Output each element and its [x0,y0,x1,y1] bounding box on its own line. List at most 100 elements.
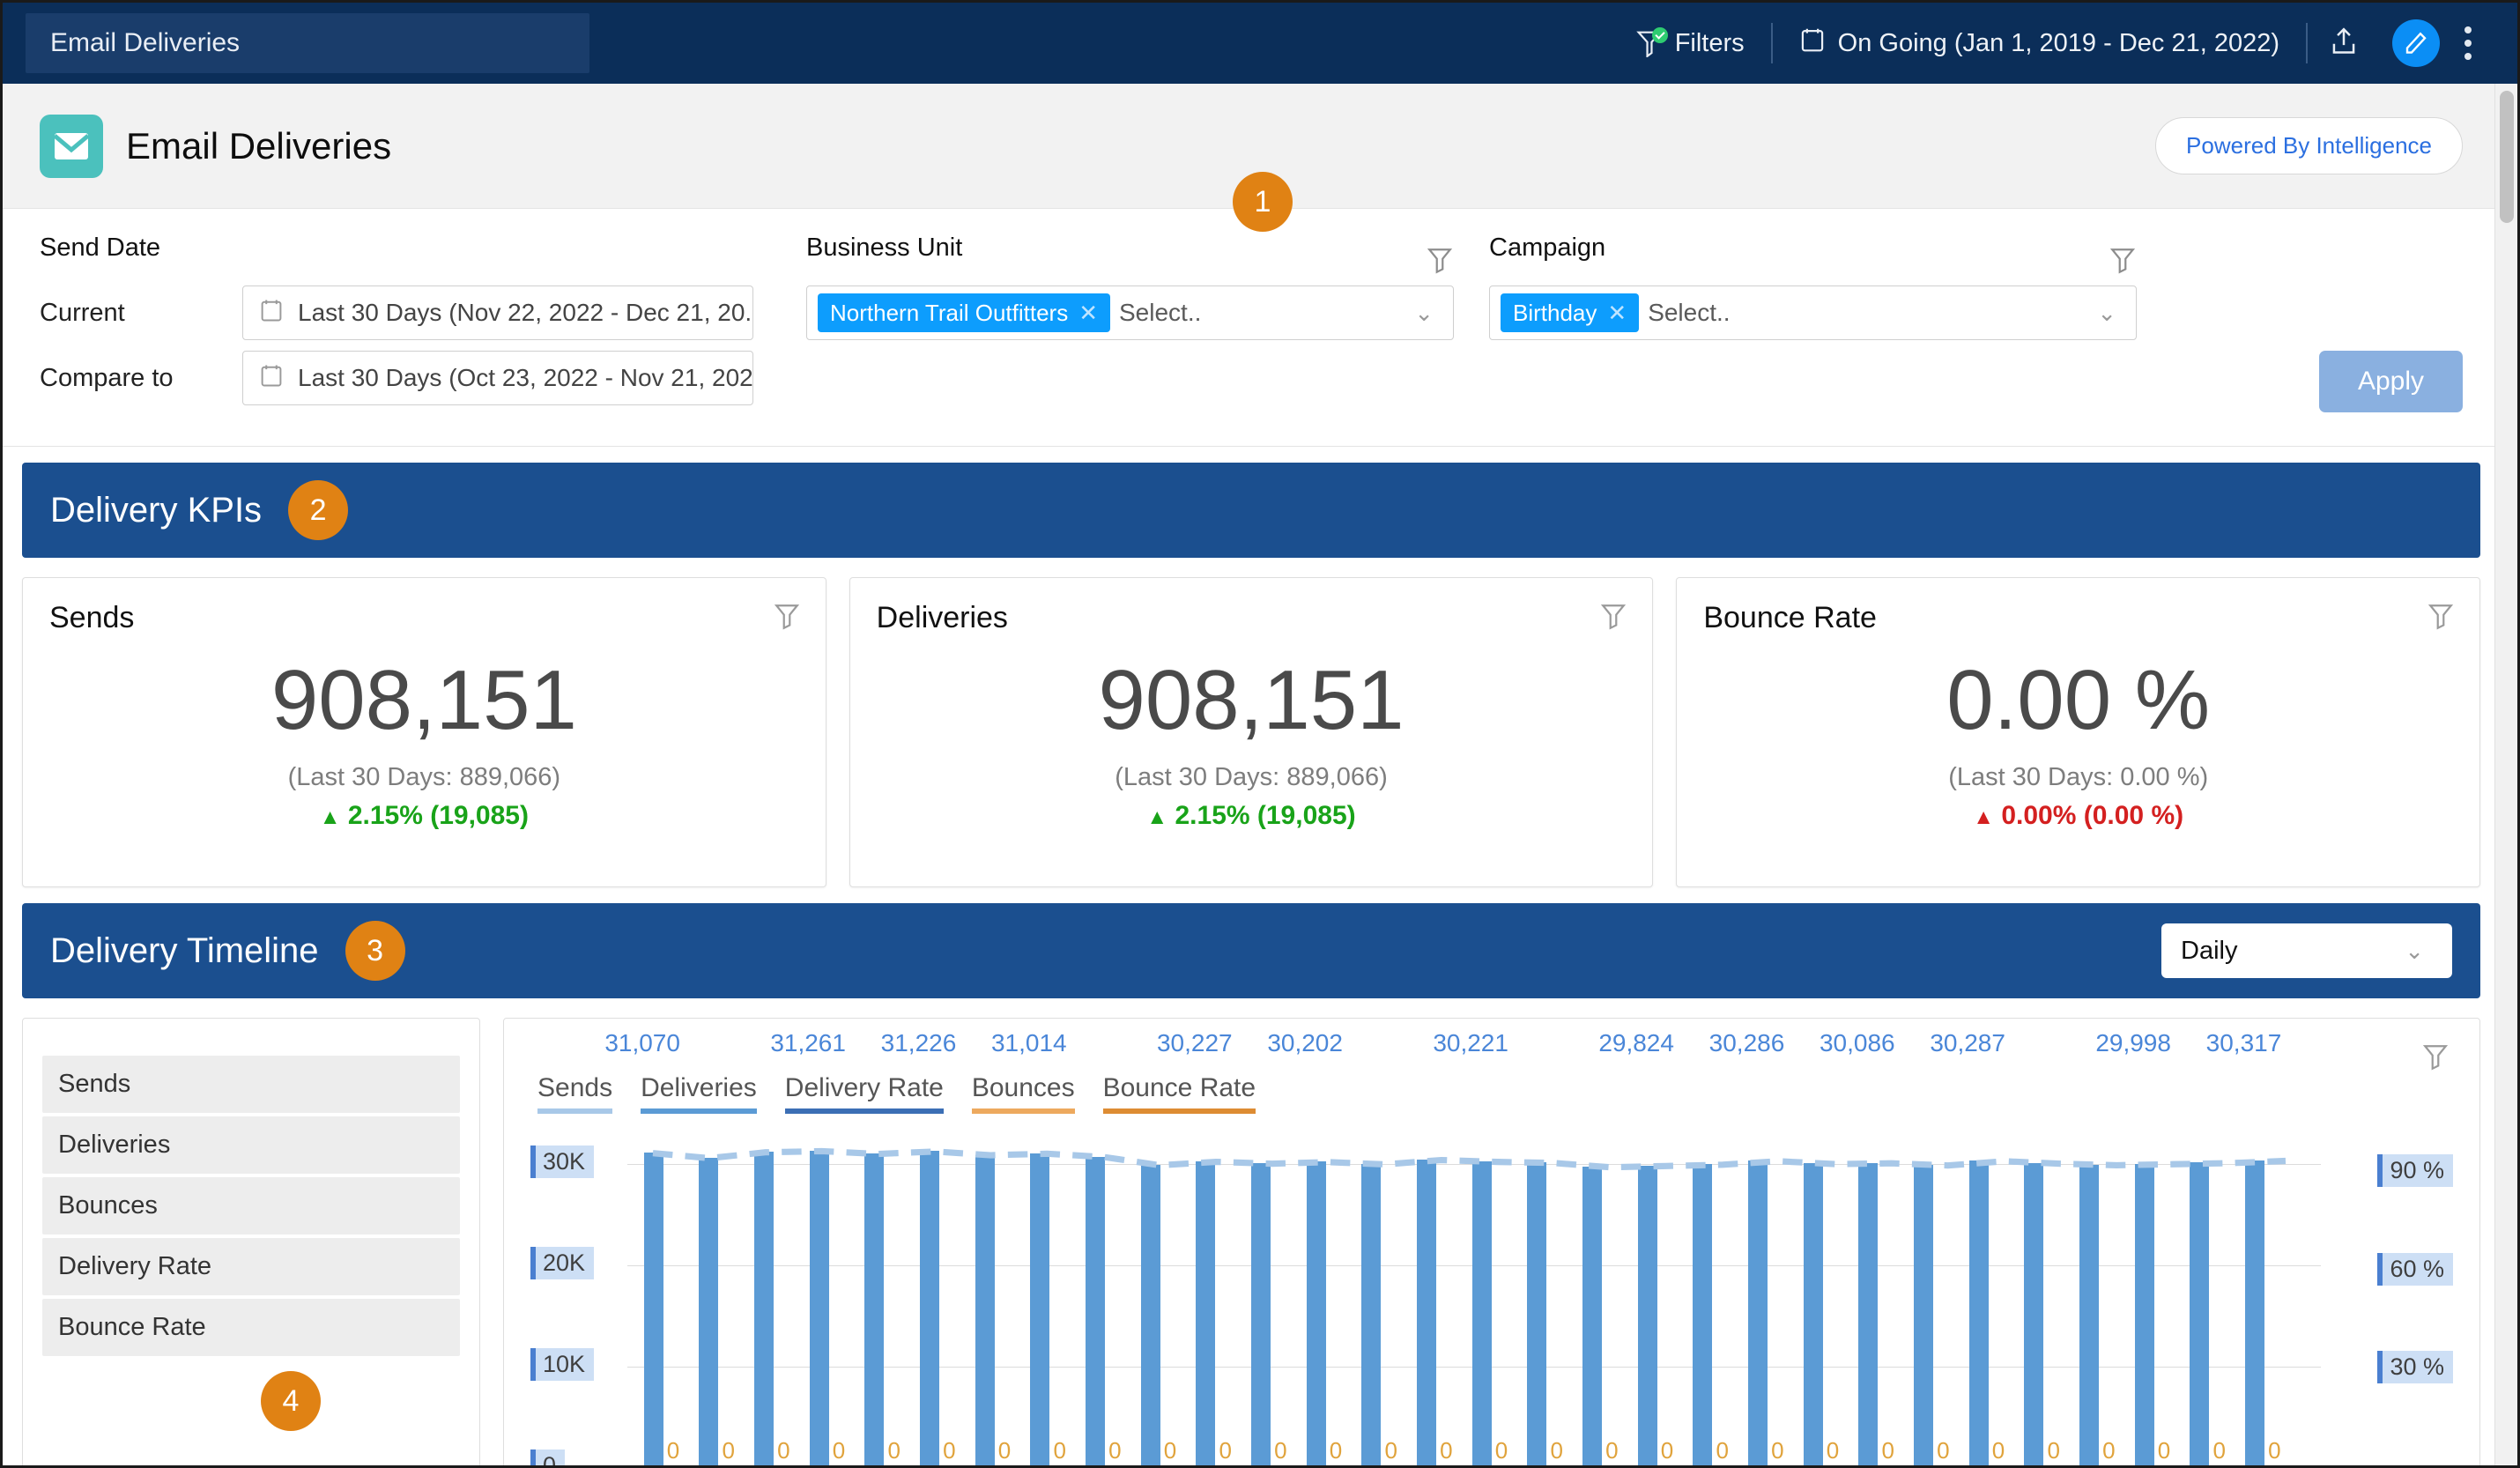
chart-bar[interactable]: 0 [754,1152,790,1465]
chart-bar[interactable]: 0 [643,1153,679,1465]
list-item[interactable]: Bounce Rate [42,1299,460,1356]
funnel-icon[interactable] [2421,1042,2450,1071]
chart-bar[interactable]: 0 [699,1157,735,1465]
chart-data-label: 29,998 [2095,1029,2171,1057]
bounce-value-label: 0 [2157,1437,2171,1464]
bounce-value-label: 0 [1384,1437,1397,1464]
dashboard-title-tab[interactable]: Email Deliveries [26,13,589,73]
chart-bar[interactable]: 0 [920,1151,956,1465]
chart-tab-bounces[interactable]: Bounces [971,1073,1075,1114]
chart-bar[interactable]: 0 [809,1151,845,1465]
date-range-label: On Going (Jan 1, 2019 - Dec 21, 2022) [1837,28,2279,57]
business-unit-filter-group: Business Unit Northern Trail Outfitters … [806,234,1454,340]
chart-bar[interactable]: 0 [2024,1162,2060,1465]
apply-button[interactable]: Apply [2318,351,2463,412]
chevron-down-icon[interactable]: ⌄ [2405,938,2433,965]
chart-bar[interactable]: 0 [1196,1160,1232,1465]
chart-bar[interactable]: 0 [1968,1160,2005,1465]
bounce-value-label: 0 [887,1437,901,1464]
share-button[interactable] [2320,19,2368,67]
business-unit-label: Business Unit [806,234,963,262]
chart-tab-bounce-rate[interactable]: Bounce Rate [1102,1073,1256,1114]
bounce-value-label: 0 [1274,1437,1287,1464]
bounce-value-label: 0 [1053,1437,1066,1464]
kpi-delta-label: 2.15% (19,085) [1175,800,1356,830]
filters-button[interactable]: Filters [1610,27,1771,58]
kebab-dot-icon [2464,53,2472,60]
chart-bar[interactable]: 0 [2245,1160,2281,1465]
funnel-icon[interactable] [2427,601,2455,631]
bounce-value-label: 0 [1716,1437,1729,1464]
kpi-value: 908,151 [1098,653,1405,747]
business-unit-select[interactable]: Northern Trail Outfitters ✕ Select.. ⌄ [806,285,1454,340]
edit-button[interactable] [2392,19,2440,67]
chart-tab-delivery-rate[interactable]: Delivery Rate [784,1073,944,1114]
close-icon[interactable]: ✕ [1078,300,1098,327]
chart-bar[interactable]: 0 [1748,1160,1784,1465]
kpi-comparison: (Last 30 Days: 889,066) [1115,762,1388,791]
vertical-scrollbar[interactable] [2494,84,2517,1465]
bounce-value-label: 0 [1991,1437,2005,1464]
chart-bar[interactable]: 0 [1582,1167,1619,1465]
close-icon[interactable]: ✕ [1607,300,1627,327]
date-range-button[interactable]: On Going (Jan 1, 2019 - Dec 21, 2022) [1773,26,2306,61]
delivery-kpis-title: Delivery KPIs [50,490,263,530]
chart-bar[interactable]: 0 [2134,1163,2170,1465]
chart-bar[interactable]: 0 [975,1154,1011,1465]
compare-date-row: Compare to Last 30 Days (Oct 23, 2022 - … [40,351,753,405]
chart-tab-label: Delivery Rate [784,1073,944,1102]
list-item[interactable]: Deliveries [42,1116,460,1174]
y-axis-left-tick: 30K [530,1145,595,1178]
trend-up-icon: ▲ [1973,804,1994,829]
funnel-icon[interactable] [1599,601,1627,631]
chart-bar[interactable]: 0 [1914,1164,1950,1465]
bounce-value-label: 0 [1219,1437,1232,1464]
chart-bar[interactable]: 0 [1693,1164,1729,1465]
more-options-button[interactable] [2452,26,2494,60]
chart-bar[interactable]: 0 [1306,1161,1342,1465]
chart-tab-deliveries[interactable]: Deliveries [641,1073,757,1114]
chart-bar[interactable]: 0 [1858,1162,1894,1465]
funnel-icon[interactable] [1426,245,1454,275]
chart-bar[interactable]: 0 [1803,1163,1839,1465]
campaign-chip[interactable]: Birthday ✕ [1501,293,1640,332]
chart-bar[interactable]: 0 [1030,1153,1066,1465]
chart-bar[interactable]: 0 [2079,1164,2116,1465]
list-item[interactable]: Bounces [42,1177,460,1234]
chart-bar[interactable]: 0 [1086,1156,1122,1465]
bounce-value-label: 0 [1550,1437,1563,1464]
chart-bar[interactable]: 0 [1251,1162,1287,1465]
chevron-down-icon[interactable]: ⌄ [1414,300,1442,327]
current-date-input[interactable]: Last 30 Days (Nov 22, 2022 - Dec 21, 20.… [242,285,753,340]
chart-bar[interactable]: 0 [1417,1159,1453,1465]
chart-bar[interactable]: 0 [1140,1164,1176,1465]
chart-bar[interactable]: 0 [864,1153,901,1465]
bounce-value-label: 0 [997,1437,1012,1464]
chart-bar[interactable]: 0 [1637,1165,1673,1465]
chart-data-label: 30,287 [1930,1029,2005,1057]
chart-tab-sends[interactable]: Sends [537,1073,613,1114]
bounce-value-label: 0 [1329,1437,1343,1464]
business-unit-chip[interactable]: Northern Trail Outfitters ✕ [818,293,1110,332]
filter-panel: Send Date Current Last 30 Days (Nov 22, … [3,209,2500,447]
kpi-delta: ▲ 0.00% (0.00 %) [1703,801,2453,831]
chart-bar[interactable]: 0 [2190,1162,2226,1465]
list-item[interactable]: Sends [42,1056,460,1113]
scrollbar-thumb[interactable] [2500,91,2514,223]
bounce-value-label: 0 [722,1437,735,1464]
chevron-down-icon[interactable]: ⌄ [2097,300,2125,327]
list-item[interactable]: Delivery Rate [42,1238,460,1295]
callout-badge-1: 1 [1233,172,1293,232]
granularity-select[interactable]: Daily ⌄ [2161,923,2452,978]
compare-date-input[interactable]: Last 30 Days (Oct 23, 2022 - Nov 21, 202… [242,351,753,405]
funnel-icon[interactable] [773,601,801,631]
campaign-select[interactable]: Birthday ✕ Select.. ⌄ [1489,285,2137,340]
chart-bar[interactable]: 0 [1361,1163,1397,1465]
funnel-icon[interactable] [2109,245,2137,275]
chart-bar[interactable]: 0 [1527,1162,1563,1465]
kpi-title: Bounce Rate [1703,601,1877,634]
callout-badge-2: 2 [288,480,349,540]
chart-bar[interactable]: 0 [1471,1161,1508,1465]
bounce-value-label: 0 [777,1437,790,1464]
powered-by-intelligence-badge[interactable]: Powered By Intelligence [2155,117,2463,174]
